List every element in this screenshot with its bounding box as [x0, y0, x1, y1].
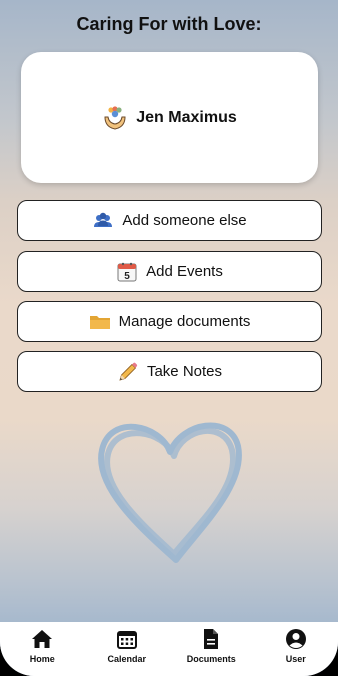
tab-user[interactable]: User	[256, 628, 336, 664]
add-someone-else-button[interactable]: Add someone else	[17, 200, 322, 241]
add-events-button[interactable]: 5 Add Events	[17, 251, 322, 292]
tab-user-label: User	[285, 654, 306, 664]
add-someone-else-label: Add someone else	[122, 212, 247, 229]
calendar-day-number: 5	[124, 271, 130, 282]
manage-documents-button[interactable]: Manage documents	[17, 301, 322, 342]
take-notes-label: Take Notes	[146, 363, 223, 380]
folder-icon	[89, 315, 110, 329]
user-icon	[285, 629, 306, 649]
caring-hands-icon	[104, 105, 126, 130]
tab-home-label: Home	[29, 654, 55, 664]
tab-documents-label: Documents	[186, 654, 236, 664]
page-title: Caring For with Love:	[76, 14, 262, 34]
calendar-icon	[116, 631, 137, 649]
tab-calendar-label: Calendar	[107, 654, 146, 664]
tab-calendar[interactable]: Calendar	[87, 628, 167, 664]
take-notes-button[interactable]: Take Notes	[17, 351, 322, 392]
tab-documents[interactable]: Documents	[171, 628, 251, 664]
heart-illustration	[98, 422, 242, 563]
tab-bar: Home Calendar Documents User	[0, 622, 338, 676]
document-icon	[204, 629, 219, 649]
profile-name: Jen Maximus	[136, 108, 237, 126]
pencil-icon	[119, 362, 138, 381]
tab-home[interactable]: Home	[2, 628, 82, 664]
home-icon	[32, 630, 53, 648]
profile-card[interactable]: Jen Maximus	[21, 52, 318, 183]
app-screen: Caring For with Love: Jen Maximus Add so…	[0, 0, 338, 676]
calendar-icon: 5	[117, 262, 137, 282]
manage-documents-label: Manage documents	[118, 313, 251, 330]
add-events-label: Add Events	[146, 263, 223, 280]
people-icon	[94, 212, 113, 227]
